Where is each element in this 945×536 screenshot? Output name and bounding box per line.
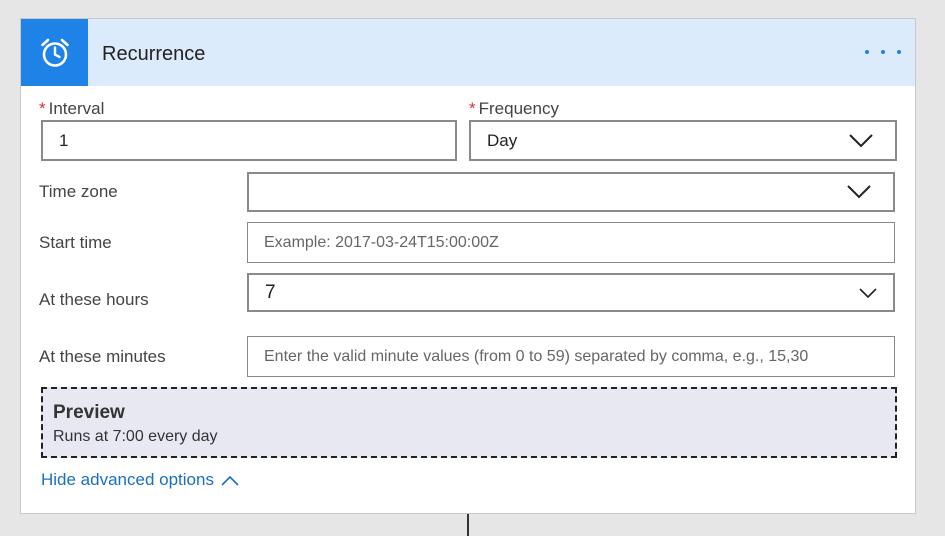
card-title: Recurrence bbox=[102, 43, 206, 65]
at-these-hours-dropdown[interactable]: 7 bbox=[247, 273, 895, 312]
start-time-label: Start time bbox=[39, 233, 112, 252]
chevron-down-icon bbox=[859, 287, 877, 298]
preview-description: Runs at 7:00 every day bbox=[53, 428, 218, 445]
more-dot-icon bbox=[897, 50, 901, 54]
interval-label: * Interval bbox=[39, 99, 104, 119]
hide-advanced-options-link[interactable]: Hide advanced options bbox=[41, 470, 239, 490]
at-these-minutes-label: At these minutes bbox=[39, 347, 166, 366]
at-these-minutes-placeholder: Enter the valid minute values (from 0 to… bbox=[264, 347, 809, 365]
chevron-down-icon bbox=[849, 133, 873, 148]
required-marker: * bbox=[469, 99, 476, 118]
more-options-button[interactable] bbox=[865, 41, 901, 63]
start-time-input[interactable]: Example: 2017-03-24T15:00:00Z bbox=[247, 222, 895, 263]
preview-title: Preview bbox=[53, 402, 125, 423]
time-zone-label: Time zone bbox=[39, 182, 118, 201]
flow-connector-line bbox=[467, 514, 469, 536]
chevron-down-icon bbox=[847, 185, 871, 199]
frequency-label: * Frequency bbox=[469, 99, 559, 119]
required-marker: * bbox=[39, 99, 46, 118]
frequency-label-text: Frequency bbox=[478, 99, 559, 118]
time-zone-dropdown[interactable] bbox=[247, 172, 895, 212]
card-header[interactable]: Recurrence bbox=[21, 19, 915, 86]
at-these-hours-value: 7 bbox=[265, 281, 276, 303]
hide-advanced-options-label: Hide advanced options bbox=[41, 470, 214, 489]
frequency-value: Day bbox=[487, 130, 518, 150]
recurrence-card: Recurrence * Interval 1 * Frequency Day Ti… bbox=[20, 18, 916, 514]
interval-input[interactable]: 1 bbox=[41, 120, 457, 161]
interval-label-text: Interval bbox=[48, 99, 105, 118]
at-these-minutes-input[interactable]: Enter the valid minute values (from 0 to… bbox=[247, 336, 895, 377]
schedule-preview: Preview Runs at 7:00 every day bbox=[41, 387, 897, 458]
more-dot-icon bbox=[881, 50, 885, 54]
interval-value: 1 bbox=[59, 130, 69, 150]
alarm-clock-icon bbox=[21, 19, 88, 86]
chevron-up-icon bbox=[221, 475, 239, 486]
start-time-placeholder: Example: 2017-03-24T15:00:00Z bbox=[264, 233, 499, 251]
more-dot-icon bbox=[865, 50, 869, 54]
frequency-dropdown[interactable]: Day bbox=[469, 120, 897, 161]
at-these-hours-label: At these hours bbox=[39, 290, 149, 309]
